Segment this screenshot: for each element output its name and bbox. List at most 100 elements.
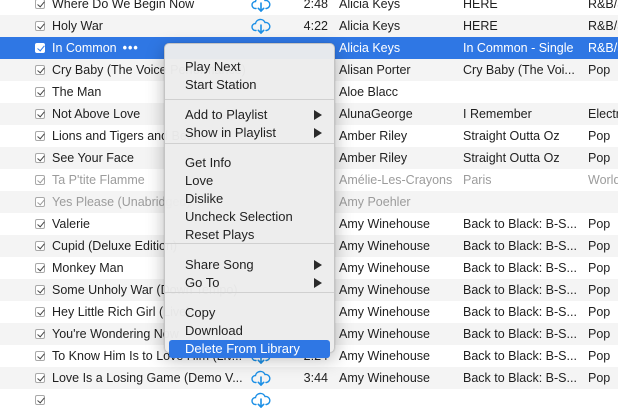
song-artist: Amy Winehouse	[339, 239, 431, 253]
menu-item-get-info[interactable]: Get Info	[169, 154, 330, 172]
more-options-button[interactable]: •••	[123, 41, 139, 55]
song-name-text: The Man	[52, 85, 102, 99]
menu-item-label: Get Info	[185, 155, 232, 170]
song-album	[463, 81, 585, 103]
song-name	[52, 389, 247, 411]
song-album: Straight Outta Oz	[463, 129, 560, 143]
submenu-arrow-icon	[314, 128, 322, 138]
menu-item-label: Delete From Library	[185, 341, 300, 356]
song-genre	[588, 81, 618, 103]
song-album: Back to Black: B-S...	[463, 371, 577, 385]
menu-item-download[interactable]: Download	[169, 322, 330, 340]
song-checkbox[interactable]	[35, 307, 45, 317]
song-album: Back to Black: B-S...	[463, 239, 577, 253]
song-album	[463, 389, 585, 411]
menu-item-label: Play Next	[185, 59, 241, 74]
song-checkbox[interactable]	[35, 197, 45, 207]
song-checkbox[interactable]	[35, 43, 45, 53]
song-album: Back to Black: B-S...	[463, 327, 577, 341]
song-genre: Pop	[588, 327, 611, 341]
submenu-arrow-icon	[314, 278, 322, 288]
song-checkbox[interactable]	[35, 351, 45, 361]
cloud-download-icon[interactable]	[251, 18, 271, 34]
song-checkbox[interactable]	[35, 131, 45, 141]
song-checkbox[interactable]	[35, 329, 45, 339]
song-name-text: You're Wondering Now	[52, 327, 179, 341]
menu-separator	[165, 243, 334, 244]
song-checkbox[interactable]	[35, 241, 45, 251]
song-album: Back to Black: B-S...	[463, 261, 577, 275]
song-album: HERE	[463, 19, 498, 33]
menu-item-label: Start Station	[185, 77, 257, 92]
song-name: Where Do We Begin Now	[52, 0, 247, 15]
menu-item-reset-plays[interactable]: Reset Plays	[169, 226, 330, 244]
menu-item-love[interactable]: Love	[169, 172, 330, 190]
song-duration: 3:44	[303, 371, 328, 385]
song-name-text: Ta P'tite Flamme	[52, 173, 145, 187]
song-checkbox[interactable]	[35, 395, 45, 405]
song-duration	[290, 389, 328, 411]
song-duration: 4:22	[303, 19, 328, 33]
song-checkbox[interactable]	[35, 373, 45, 383]
song-name-text: Cupid (Deluxe Edition)	[52, 239, 178, 253]
song-name-text: Where Do We Begin Now	[52, 0, 195, 11]
song-name-text: Not Above Love	[52, 107, 141, 121]
menu-separator	[165, 292, 334, 293]
song-album: Back to Black: B-S...	[463, 305, 577, 319]
cloud-download-icon[interactable]	[251, 0, 271, 12]
song-genre: Pop	[588, 217, 611, 231]
menu-item-copy[interactable]: Copy	[169, 304, 330, 322]
song-artist: AlunaGeorge	[339, 107, 413, 121]
song-checkbox[interactable]	[35, 0, 45, 9]
menu-separator	[165, 143, 334, 144]
song-checkbox[interactable]	[35, 109, 45, 119]
song-checkbox[interactable]	[35, 175, 45, 185]
song-checkbox[interactable]	[35, 219, 45, 229]
menu-item-label: Add to Playlist	[185, 107, 268, 122]
song-album: Back to Black: B-S...	[463, 283, 577, 297]
menu-item-delete-from-library[interactable]: Delete From Library	[169, 340, 330, 358]
song-genre: Pop	[588, 151, 611, 165]
menu-item-show-in-playlist[interactable]: Show in Playlist	[169, 124, 330, 142]
menu-item-start-station[interactable]: Start Station	[169, 76, 330, 94]
menu-item-play-next[interactable]: Play Next	[169, 58, 330, 76]
song-artist: Amy Poehler	[339, 195, 411, 209]
song-checkbox[interactable]	[35, 263, 45, 273]
song-genre: R&B/Soul	[588, 0, 618, 11]
context-menu: Play Next Start Station Add to Playlist Sho…	[164, 43, 335, 358]
song-checkbox[interactable]	[35, 65, 45, 75]
song-row[interactable]: Love Is a Losing Game (Demo V... 3:44 Amy …	[0, 367, 618, 389]
song-album: In Common - Single	[463, 41, 574, 55]
menu-item-label: Reset Plays	[185, 227, 255, 242]
song-artist	[339, 389, 459, 411]
song-artist: Amélie-Les-Crayons	[339, 173, 453, 187]
song-checkbox[interactable]	[35, 153, 45, 163]
song-checkbox[interactable]	[35, 285, 45, 295]
song-genre: R&B/Soul	[588, 19, 618, 33]
song-artist: Amy Winehouse	[339, 261, 431, 275]
song-artist: Alisan Porter	[339, 63, 411, 77]
menu-item-add-to-playlist[interactable]: Add to Playlist	[169, 106, 330, 124]
song-row[interactable]: Holy War 4:22 Alicia Keys HERE R&B/Soul	[0, 15, 618, 37]
menu-item-label: Copy	[185, 305, 216, 320]
song-checkbox[interactable]	[35, 87, 45, 97]
song-genre: R&B/Soul	[588, 41, 618, 55]
cloud-download-icon[interactable]	[251, 370, 271, 386]
song-row[interactable]: Where Do We Begin Now 2:48 Alicia Keys HERE…	[0, 0, 618, 15]
menu-item-go-to[interactable]: Go To	[169, 274, 330, 292]
song-album: Cry Baby (The Voi...	[463, 63, 575, 77]
song-album: Back to Black: B-S...	[463, 349, 577, 363]
menu-item-uncheck-selection[interactable]: Uncheck Selection	[169, 208, 330, 226]
song-name-text: Valerie	[52, 217, 90, 231]
song-name-text: In Common	[52, 41, 117, 55]
song-artist: Alicia Keys	[339, 0, 401, 11]
menu-item-label: Go To	[185, 275, 220, 290]
song-row[interactable]	[0, 389, 618, 411]
song-artist: Amy Winehouse	[339, 305, 431, 319]
song-album	[463, 191, 585, 213]
song-genre: Pop	[588, 239, 611, 253]
song-checkbox[interactable]	[35, 21, 45, 31]
menu-item-dislike[interactable]: Dislike	[169, 190, 330, 208]
menu-item-label: Dislike	[185, 191, 224, 206]
menu-item-share-song[interactable]: Share Song	[169, 256, 330, 274]
